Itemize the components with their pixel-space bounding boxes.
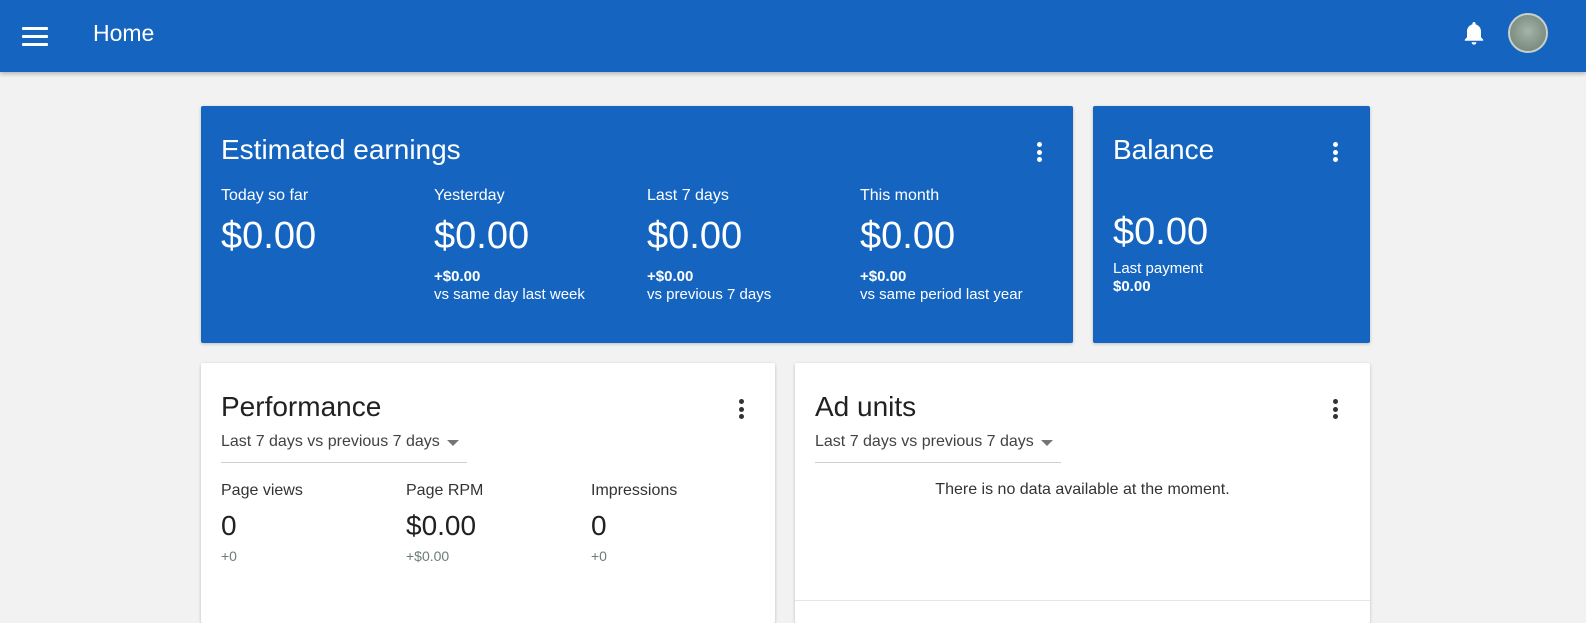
menu-icon-line bbox=[22, 34, 48, 38]
metric-label: Last 7 days bbox=[647, 187, 729, 204]
metric-delta: +$0.00 bbox=[406, 548, 450, 564]
metric-delta: +0 bbox=[221, 548, 237, 564]
performance-card: Performance Last 7 days vs previous 7 da… bbox=[201, 363, 775, 623]
metric-value: 0 bbox=[591, 510, 607, 541]
more-vert-icon[interactable] bbox=[735, 397, 747, 421]
metric-comparison: vs previous 7 days bbox=[647, 286, 772, 303]
metric-value: $0.00 bbox=[647, 215, 743, 257]
metric-label: This month bbox=[860, 187, 940, 204]
avatar-icon[interactable] bbox=[1508, 13, 1548, 53]
metric-impressions: Impressions 0 +0 bbox=[591, 481, 677, 565]
menu-icon-line bbox=[22, 42, 48, 46]
metric-today: Today so far $0.00 bbox=[221, 186, 316, 260]
metric-label: Page views bbox=[221, 482, 303, 499]
more-vert-icon[interactable] bbox=[1033, 140, 1045, 164]
card-divider bbox=[795, 600, 1370, 601]
more-vert-icon[interactable] bbox=[1329, 140, 1341, 164]
metric-this-month: This month $0.00 +$0.00 vs same period l… bbox=[860, 186, 1023, 304]
balance-card: Balance $0.00 Last payment $0.00 bbox=[1093, 106, 1370, 343]
ad-units-range-dropdown[interactable]: Last 7 days vs previous 7 days bbox=[815, 431, 1061, 463]
metric-yesterday: Yesterday $0.00 +$0.00 vs same day last … bbox=[434, 186, 585, 304]
metric-delta: +$0.00 bbox=[647, 268, 694, 285]
estimated-earnings-title: Estimated earnings bbox=[221, 134, 461, 165]
metric-label: Yesterday bbox=[434, 187, 505, 204]
ad-units-card: Ad units Last 7 days vs previous 7 days … bbox=[795, 363, 1370, 623]
balance-value: $0.00 bbox=[1113, 211, 1209, 253]
balance-title: Balance bbox=[1113, 134, 1215, 165]
metric-delta: +$0.00 bbox=[860, 268, 907, 285]
ad-units-title: Ad units bbox=[815, 391, 917, 422]
dropdown-value: Last 7 days vs previous 7 days bbox=[221, 433, 440, 450]
metric-value: 0 bbox=[221, 510, 237, 541]
dropdown-arrow-icon bbox=[447, 440, 459, 446]
performance-title: Performance bbox=[221, 391, 382, 422]
performance-range-dropdown[interactable]: Last 7 days vs previous 7 days bbox=[221, 431, 467, 463]
menu-icon-line bbox=[22, 26, 48, 30]
estimated-earnings-card: Estimated earnings Today so far $0.00 Ye… bbox=[201, 106, 1073, 343]
top-app-bar: Home bbox=[0, 0, 1586, 72]
metric-value: $0.00 bbox=[434, 215, 530, 257]
last-payment-label: Last payment bbox=[1113, 260, 1204, 277]
metric-delta: +$0.00 bbox=[434, 268, 481, 285]
last-payment-value: $0.00 bbox=[1113, 278, 1151, 295]
menu-icon[interactable] bbox=[22, 22, 52, 50]
metric-comparison: vs same period last year bbox=[860, 286, 1023, 303]
dropdown-value: Last 7 days vs previous 7 days bbox=[815, 433, 1034, 450]
metric-delta: +0 bbox=[591, 548, 607, 564]
metric-label: Impressions bbox=[591, 482, 678, 499]
dropdown-arrow-icon bbox=[1041, 440, 1053, 446]
metric-comparison: vs same day last week bbox=[434, 286, 585, 303]
metric-value: $0.00 bbox=[221, 215, 317, 257]
bell-icon[interactable] bbox=[1462, 20, 1486, 46]
page-title: Home bbox=[93, 20, 155, 46]
empty-state-message: There is no data available at the moment… bbox=[935, 481, 1230, 498]
more-vert-icon[interactable] bbox=[1329, 397, 1341, 421]
metric-label: Today so far bbox=[221, 187, 309, 204]
metric-page-views: Page views 0 +0 bbox=[221, 481, 303, 565]
metric-last-7-days: Last 7 days $0.00 +$0.00 vs previous 7 d… bbox=[647, 186, 771, 304]
metric-value: $0.00 bbox=[406, 510, 477, 541]
metric-value: $0.00 bbox=[860, 215, 956, 257]
metric-label: Page RPM bbox=[406, 482, 484, 499]
metric-page-rpm: Page RPM $0.00 +$0.00 bbox=[406, 481, 483, 565]
